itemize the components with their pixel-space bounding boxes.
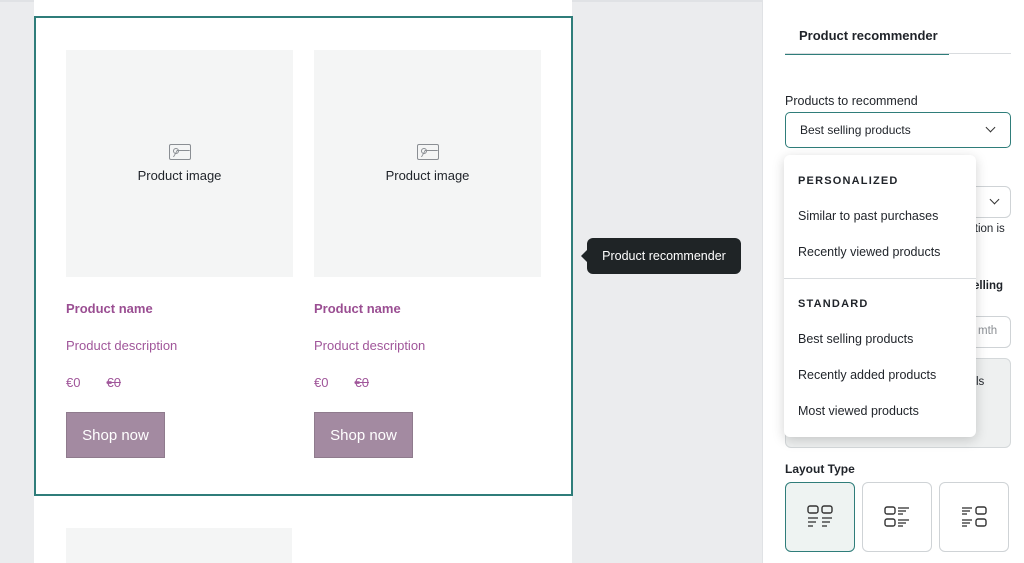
old-price: €0 (354, 375, 369, 390)
dropdown-option[interactable]: Recently viewed products (798, 245, 940, 259)
grid-layout-icon (807, 505, 833, 527)
product-image-placeholder: Product image (314, 50, 541, 277)
product-recommender-block[interactable]: Product image Product name Product descr… (34, 16, 573, 496)
block-tooltip: Product recommender (581, 238, 741, 274)
list-alternate-layout-icon (962, 506, 987, 527)
products-to-recommend-select[interactable]: Best selling products (785, 112, 1011, 148)
image-icon (168, 144, 191, 160)
shop-now-button[interactable]: Shop now (66, 412, 165, 458)
layout-grid-button[interactable] (785, 482, 855, 552)
price: €0 (66, 375, 81, 390)
dropdown-group-title: PERSONALIZED (798, 175, 899, 187)
select-value: Best selling products (800, 123, 911, 137)
chevron-down-icon (985, 122, 996, 133)
product-description: Product description (314, 338, 426, 353)
product-image-label: Product image (137, 168, 222, 183)
dropdown-option[interactable]: Best selling products (798, 332, 913, 346)
image-icon (416, 144, 439, 160)
product-description: Product description (66, 338, 178, 353)
partial-box-text: ls (976, 376, 985, 388)
layout-list-alternate-button[interactable] (939, 482, 1009, 552)
product-image-label: Product image (385, 168, 470, 183)
price-row: €0 €0 (66, 375, 293, 390)
layout-type-label: Layout Type (785, 462, 855, 476)
tab-product-recommender[interactable]: Product recommender (785, 28, 949, 55)
dropdown-option[interactable]: Recently added products (798, 368, 936, 382)
products-to-recommend-dropdown: PERSONALIZED Similar to past purchases R… (784, 155, 976, 437)
dropdown-divider (784, 278, 976, 279)
dropdown-group-title: STANDARD (798, 298, 869, 310)
price: €0 (314, 375, 329, 390)
products-to-recommend-label: Products to recommend (785, 94, 918, 108)
shop-now-button[interactable]: Shop now (314, 412, 413, 458)
layout-list-left-button[interactable] (862, 482, 932, 552)
tab-divider (785, 53, 1011, 54)
dropdown-option[interactable]: Most viewed products (798, 404, 919, 418)
product-name: Product name (66, 301, 153, 316)
list-left-layout-icon (884, 506, 909, 527)
product-card[interactable]: Product image Product name Product descr… (314, 50, 541, 458)
product-image-placeholder: Product image (66, 50, 293, 277)
partial-label: elling (973, 280, 1004, 292)
price-row: €0 €0 (314, 375, 541, 390)
partial-input-text: mth (978, 325, 998, 337)
dropdown-option[interactable]: Similar to past purchases (798, 209, 938, 223)
old-price: €0 (106, 375, 121, 390)
product-card[interactable]: Product image Product name Product descr… (66, 50, 293, 458)
chevron-down-icon (989, 194, 1000, 205)
product-name: Product name (314, 301, 401, 316)
next-product-image-placeholder (66, 528, 292, 563)
